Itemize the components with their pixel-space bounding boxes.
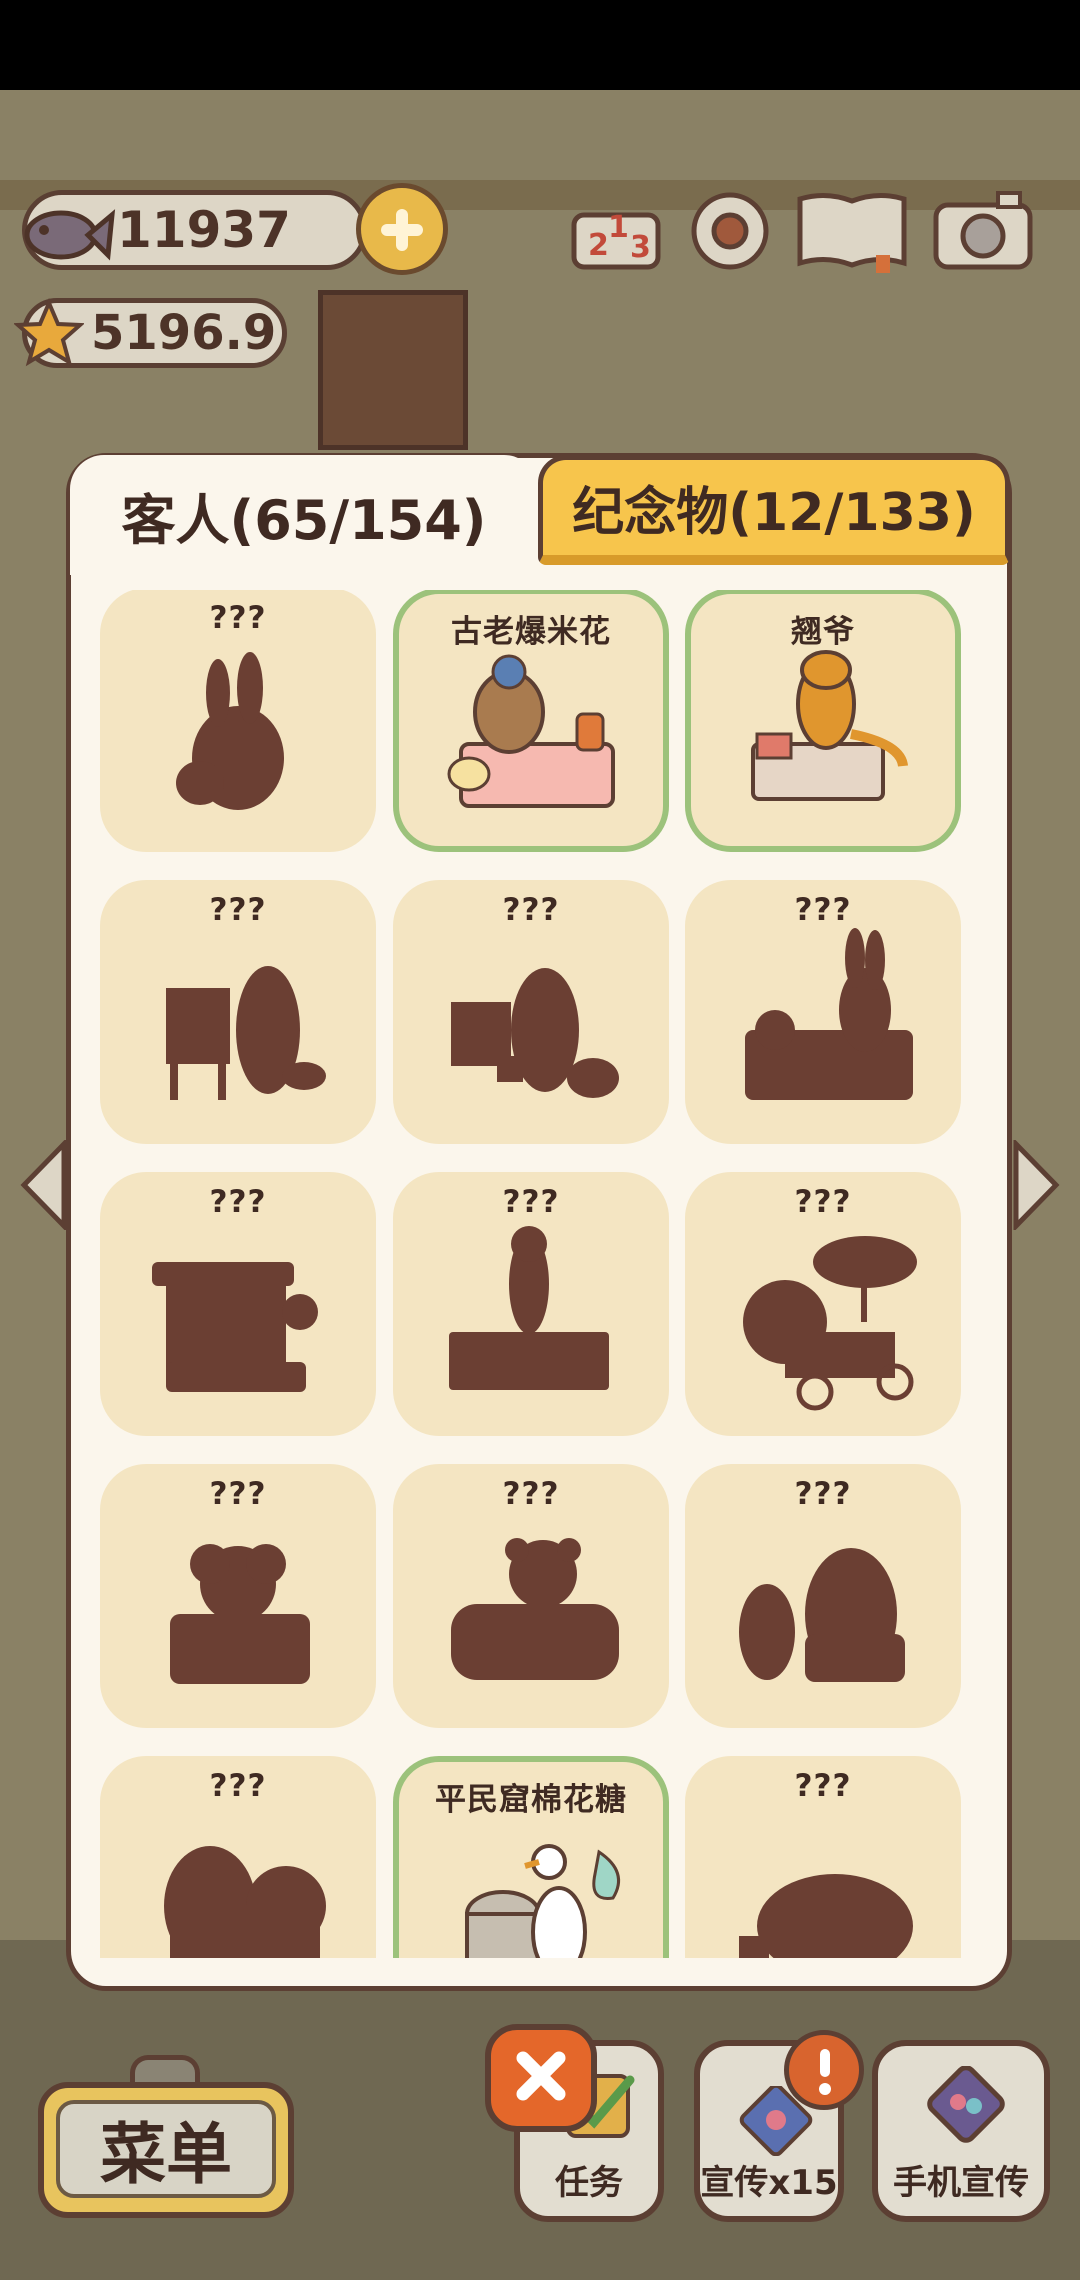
customer-card[interactable]: 古老爆米花 bbox=[393, 590, 669, 852]
fish-icon bbox=[24, 209, 116, 261]
phone-flyer-icon bbox=[927, 2066, 1005, 2143]
customer-portrait bbox=[751, 650, 908, 801]
customer-card[interactable]: ??? bbox=[685, 880, 961, 1144]
camera-icon[interactable] bbox=[928, 185, 1038, 275]
customer-silhouette bbox=[152, 1262, 318, 1392]
promotion-label: 宣传x15 bbox=[700, 2163, 838, 2203]
customer-grid: ??? 古老爆米花 翘爷??????????????????????????????… bbox=[100, 590, 990, 1958]
customer-card[interactable]: ??? bbox=[393, 880, 669, 1144]
star-count: 5196.9 bbox=[91, 305, 277, 361]
fish-count: 11937 bbox=[117, 201, 291, 259]
customer-silhouette bbox=[451, 1538, 619, 1680]
customer-silhouette bbox=[739, 1548, 905, 1682]
customer-silhouette bbox=[449, 1226, 609, 1390]
task-label: 任务 bbox=[555, 2163, 623, 2203]
customer-silhouette bbox=[164, 1846, 326, 1958]
customer-portrait bbox=[447, 654, 615, 808]
customer-card[interactable]: ??? bbox=[100, 880, 376, 1144]
customer-card[interactable]: ??? bbox=[100, 1756, 376, 1958]
customer-silhouette bbox=[166, 966, 326, 1100]
customer-card[interactable]: 翘爷 bbox=[685, 590, 961, 852]
guidebook-icon[interactable] bbox=[792, 185, 912, 275]
svg-text:2: 2 bbox=[588, 228, 609, 263]
shop-window bbox=[318, 290, 468, 450]
customer-card[interactable]: ??? bbox=[685, 1756, 961, 1958]
customer-silhouette bbox=[170, 1544, 310, 1684]
next-page-arrow[interactable] bbox=[1012, 1140, 1062, 1230]
customer-silhouette bbox=[739, 1874, 913, 1958]
customer-card[interactable]: ??? bbox=[100, 590, 376, 852]
add-currency-button[interactable] bbox=[356, 183, 448, 275]
customer-card[interactable]: ??? bbox=[393, 1464, 669, 1728]
previous-page-arrow[interactable] bbox=[18, 1140, 68, 1230]
customer-silhouette bbox=[745, 928, 913, 1100]
menu-label: 菜单 bbox=[56, 2100, 276, 2198]
customer-card[interactable]: ??? bbox=[100, 1172, 376, 1436]
settings-gear-icon[interactable] bbox=[680, 185, 780, 275]
close-icon bbox=[516, 2051, 566, 2101]
ranking-icon[interactable]: 2 1 3 bbox=[566, 185, 666, 275]
tab-customers[interactable]: 客人(65/154) bbox=[70, 455, 538, 575]
alert-badge-icon bbox=[784, 2030, 864, 2110]
menu-button[interactable]: 菜单 bbox=[38, 2082, 294, 2218]
phone-promotion-button[interactable]: 手机宣传 bbox=[872, 2040, 1050, 2222]
close-button[interactable] bbox=[485, 2024, 597, 2132]
svg-text:1: 1 bbox=[608, 210, 629, 245]
tab-souvenirs[interactable]: 纪念物(12/133) bbox=[538, 455, 1010, 565]
customer-silhouette bbox=[451, 968, 619, 1098]
customer-card[interactable]: 平民窟棉花糖 bbox=[393, 1756, 669, 1958]
svg-text:3: 3 bbox=[630, 230, 651, 265]
customer-silhouette bbox=[743, 1236, 917, 1411]
customer-card[interactable]: ??? bbox=[685, 1464, 961, 1728]
customer-card[interactable]: ??? bbox=[685, 1172, 961, 1436]
star-icon bbox=[14, 298, 84, 367]
customer-silhouette bbox=[176, 652, 284, 810]
phone-promotion-label: 手机宣传 bbox=[893, 2163, 1029, 2203]
customer-portrait bbox=[465, 1844, 621, 1958]
customer-card[interactable]: ??? bbox=[100, 1464, 376, 1728]
customer-card[interactable]: ??? bbox=[393, 1172, 669, 1436]
